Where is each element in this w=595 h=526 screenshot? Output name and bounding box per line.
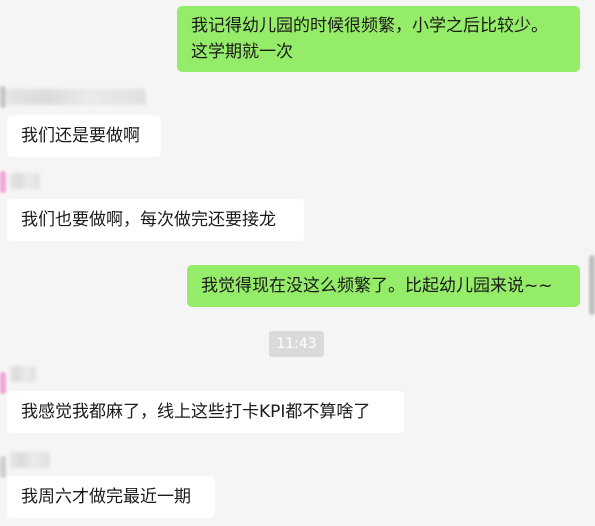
message-bubble-received[interactable]: 我们也要做啊，每次做完还要接龙 [7,199,304,241]
avatar[interactable] [0,171,6,193]
message-bubble-sent[interactable]: 我记得幼儿园的时候很频繁，小学之后比较少。 这学期就一次 [177,6,580,72]
avatar[interactable] [0,372,6,394]
message-bubble-received[interactable]: 我感觉我都麻了，线上这些打卡KPI都不算啥了 [7,391,404,433]
avatar[interactable] [0,456,6,478]
sender-name-blurred [10,452,50,468]
message-bubble-received[interactable]: 我周六才做完最近一期 [7,476,215,518]
sender-name-blurred [10,366,36,382]
avatar[interactable] [589,255,595,315]
message-bubble-received[interactable]: 我们还是要做啊 [7,115,161,157]
avatar[interactable] [0,86,6,108]
message-timestamp: 11:43 [269,331,324,357]
sender-name-blurred [6,89,146,105]
sender-name-blurred [10,173,40,189]
message-bubble-sent[interactable]: 我觉得现在没这么频繁了。比起幼儿园来说~~ [187,265,580,307]
